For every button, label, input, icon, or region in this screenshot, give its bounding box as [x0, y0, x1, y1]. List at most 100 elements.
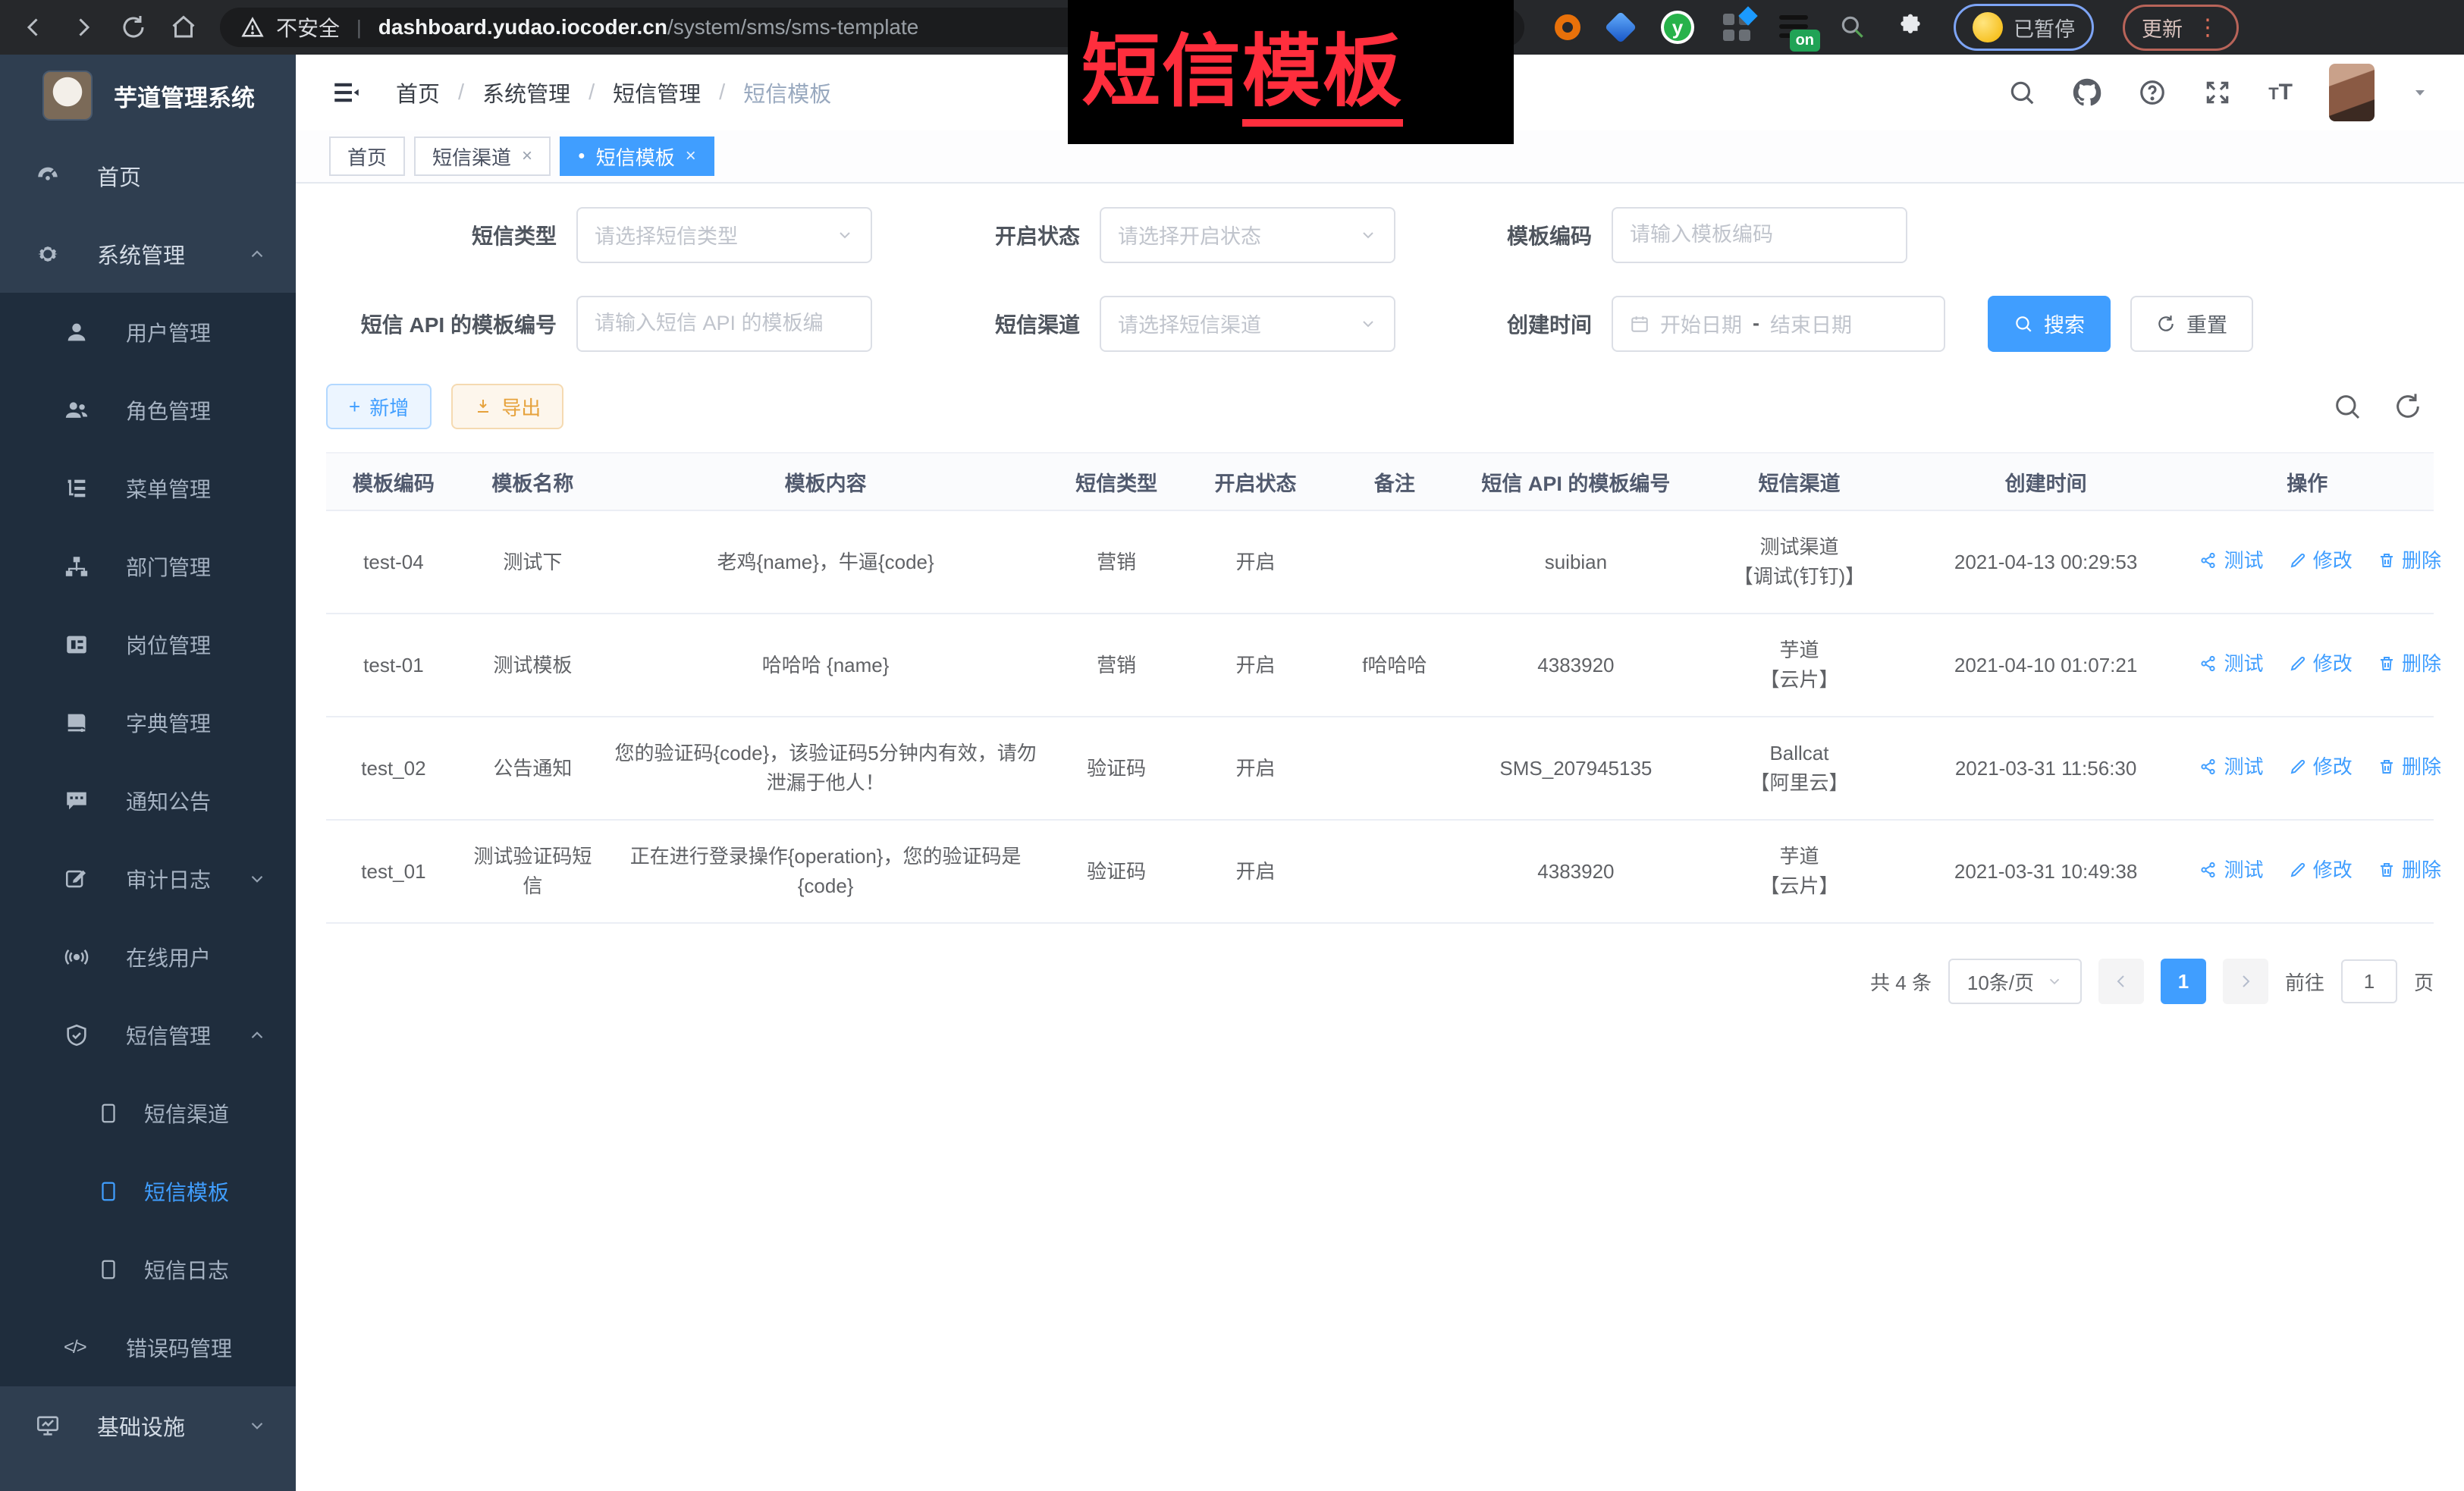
- fullscreen-icon[interactable]: [2203, 78, 2232, 107]
- delete-link[interactable]: 删除: [2378, 752, 2441, 782]
- prev-page-button[interactable]: [2098, 959, 2144, 1004]
- date-start-placeholder: 开始日期: [1660, 309, 1742, 338]
- collapse-sidebar-icon[interactable]: [331, 77, 363, 108]
- breadcrumb-home[interactable]: 首页: [396, 77, 440, 108]
- sidebar-item-posts[interactable]: 岗位管理: [0, 605, 296, 683]
- search-button[interactable]: 搜索: [1988, 296, 2111, 352]
- test-link[interactable]: 测试: [2199, 752, 2263, 782]
- home-icon[interactable]: [170, 14, 197, 41]
- reload-icon[interactable]: [120, 14, 147, 41]
- sidebar-item-menus[interactable]: 菜单管理: [0, 449, 296, 527]
- share-icon: [2199, 758, 2218, 776]
- tab-home[interactable]: 首页: [329, 137, 405, 176]
- filter-status: 开启状态 请选择开启状态: [918, 207, 1395, 263]
- sidebar-item-roles[interactable]: 角色管理: [0, 371, 296, 449]
- goto-page-input[interactable]: [2341, 959, 2397, 1003]
- yudao-favicon-extension-icon[interactable]: y: [1661, 11, 1694, 44]
- cell-type: 营销: [1047, 510, 1185, 614]
- test-link[interactable]: 测试: [2199, 649, 2263, 679]
- date-range-picker[interactable]: 开始日期 - 结束日期: [1612, 296, 1945, 352]
- delete-link[interactable]: 删除: [2378, 649, 2441, 679]
- page-size-select[interactable]: 10条/页: [1948, 959, 2082, 1004]
- edit-link[interactable]: 修改: [2289, 855, 2353, 885]
- breadcrumb-sms[interactable]: 短信管理: [613, 77, 701, 108]
- edit-link[interactable]: 修改: [2289, 546, 2353, 576]
- pagination: 共 4 条 10条/页 1 前往 页: [326, 959, 2434, 1004]
- orange-ring-extension-icon[interactable]: [1555, 14, 1580, 40]
- browser-update-button[interactable]: 更新 ⋮: [2123, 5, 2239, 51]
- channel-select[interactable]: 请选择短信渠道: [1100, 296, 1395, 352]
- trash-icon: [2378, 861, 2396, 879]
- chevron-up-icon: [247, 244, 267, 264]
- font-size-icon[interactable]: TT: [2268, 80, 2293, 105]
- blue-gem-extension-icon[interactable]: [1605, 11, 1637, 43]
- close-tab-icon[interactable]: ×: [686, 146, 696, 167]
- search-extension-icon[interactable]: [1838, 13, 1867, 42]
- test-link[interactable]: 测试: [2199, 855, 2263, 885]
- sidebar-item-sms-channel[interactable]: 短信渠道: [0, 1074, 296, 1152]
- reset-button[interactable]: 重置: [2130, 296, 2253, 352]
- edit-link[interactable]: 修改: [2289, 649, 2353, 679]
- update-label: 更新: [2142, 13, 2183, 42]
- annotation-overlay: 短信模板: [1068, 0, 1514, 144]
- close-tab-icon[interactable]: ×: [522, 146, 532, 167]
- show-search-icon-button[interactable]: [2332, 391, 2362, 422]
- logo-avatar: [42, 71, 93, 121]
- sms-type-select[interactable]: 请选择短信类型: [576, 207, 872, 263]
- status-select[interactable]: 请选择开启状态: [1100, 207, 1395, 263]
- page-content: 短信类型 请选择短信类型 开启状态 请选择开启状态 模板编码: [296, 184, 2464, 1491]
- sidebar-item-system[interactable]: 系统管理: [0, 215, 296, 293]
- tab-sms-template[interactable]: ● 短信模板 ×: [560, 137, 714, 176]
- cell-remark: f哈哈哈: [1325, 614, 1464, 717]
- page-number-current[interactable]: 1: [2161, 959, 2206, 1004]
- delete-link[interactable]: 删除: [2378, 855, 2441, 885]
- sidebar-item-notices[interactable]: 通知公告: [0, 761, 296, 840]
- template-code-input-wrap: [1612, 207, 1907, 263]
- next-page-button[interactable]: [2223, 959, 2268, 1004]
- delete-link[interactable]: 删除: [2378, 546, 2441, 576]
- sidebar-item-error-codes[interactable]: </> 错误码管理: [0, 1308, 296, 1386]
- sidebar-item-audit-log[interactable]: 审计日志: [0, 840, 296, 918]
- cell-type: 验证码: [1047, 717, 1185, 820]
- avatar-caret-down-icon[interactable]: [2411, 83, 2429, 102]
- back-icon[interactable]: [20, 14, 47, 41]
- help-icon[interactable]: [2138, 78, 2167, 107]
- sidebar-item-online-users[interactable]: 在线用户: [0, 918, 296, 996]
- sidebar-item-sms-template[interactable]: 短信模板: [0, 1152, 296, 1230]
- breadcrumb-system[interactable]: 系统管理: [482, 77, 570, 108]
- table-row: test-01 测试模板 哈哈哈 {name} 营销 开启 f哈哈哈 43839…: [326, 614, 2434, 717]
- sidebar-item-home[interactable]: 首页: [0, 137, 296, 215]
- sidebar-item-infrastructure[interactable]: 基础设施: [0, 1386, 296, 1464]
- browser-profile-button[interactable]: 已暂停: [1954, 4, 2094, 51]
- cell-type: 验证码: [1047, 820, 1185, 923]
- table-row: test_01 测试验证码短信 正在进行登录操作{operation}，您的验证…: [326, 820, 2434, 923]
- tab-sms-channel[interactable]: 短信渠道 ×: [414, 137, 551, 176]
- list-on-extension-icon[interactable]: on: [1779, 14, 1810, 41]
- cell-name: 测试下: [461, 510, 604, 614]
- user-avatar[interactable]: [2329, 64, 2375, 121]
- search-icon[interactable]: [2007, 78, 2036, 107]
- share-icon: [2199, 861, 2218, 879]
- add-button[interactable]: + 新增: [326, 384, 432, 429]
- api-template-id-input[interactable]: [595, 312, 854, 335]
- edit-icon: [2289, 758, 2307, 776]
- sidebar-item-departments[interactable]: 部门管理: [0, 527, 296, 605]
- template-code-input[interactable]: [1630, 223, 1889, 246]
- test-link[interactable]: 测试: [2199, 546, 2263, 576]
- edit-link[interactable]: 修改: [2289, 752, 2353, 782]
- sidebar-item-sms[interactable]: 短信管理: [0, 996, 296, 1074]
- export-button[interactable]: 导出: [451, 384, 563, 429]
- extensions-puzzle-icon[interactable]: [1896, 13, 1925, 42]
- goto-label: 前往: [2285, 968, 2324, 996]
- annotation-title: 短信模板: [1081, 33, 1403, 111]
- grid-extension-icon[interactable]: [1723, 14, 1750, 41]
- total-count: 共 4 条: [1870, 968, 1932, 996]
- sidebar-item-sms-log[interactable]: 短信日志: [0, 1230, 296, 1308]
- sidebar-item-users[interactable]: 用户管理: [0, 293, 296, 371]
- sidebar-item-dictionary[interactable]: 字典管理: [0, 683, 296, 761]
- refresh-table-icon-button[interactable]: [2393, 391, 2423, 422]
- browser-menu-icon[interactable]: ⋮: [2196, 14, 2220, 41]
- forward-icon[interactable]: [70, 14, 97, 41]
- user-icon: [64, 319, 89, 345]
- github-icon[interactable]: [2073, 78, 2101, 107]
